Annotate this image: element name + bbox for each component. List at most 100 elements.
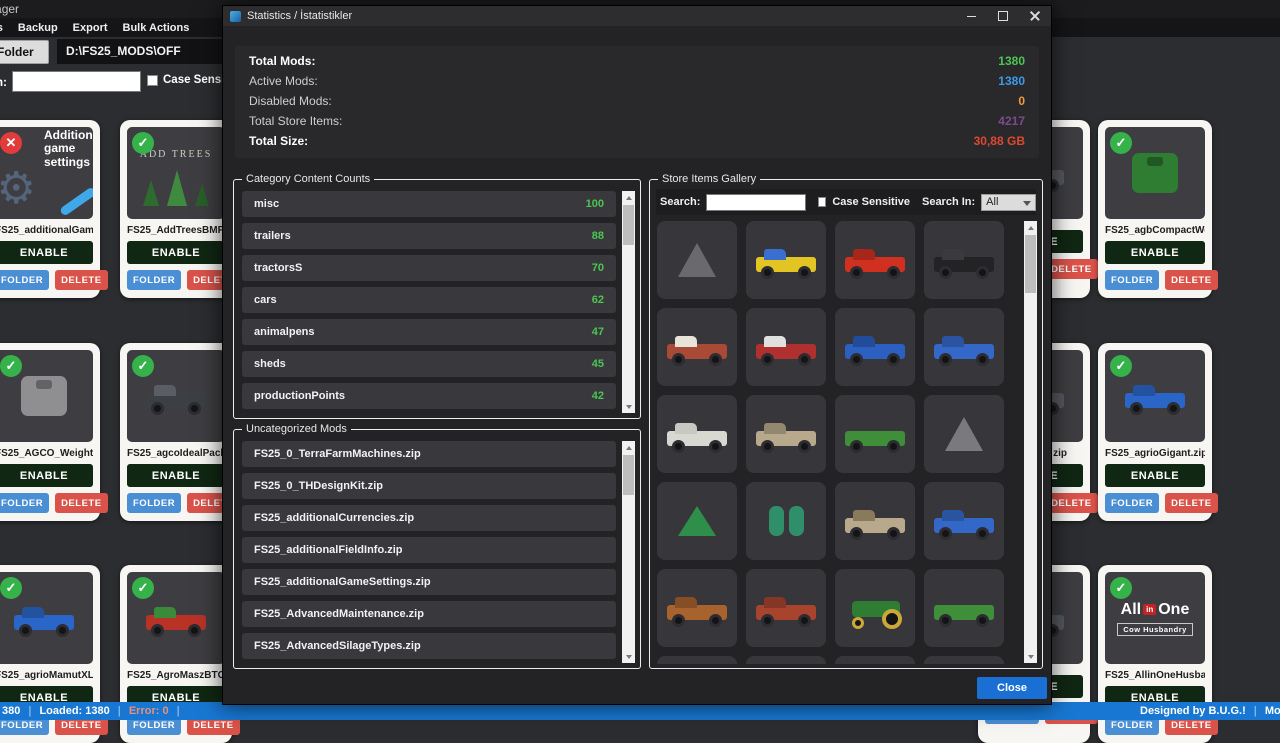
mod-artwork <box>1123 376 1187 416</box>
folder-button[interactable]: FOLDER <box>127 270 181 290</box>
category-counts-list: misc 100 trailers 88 tractorsS 70 cars 6… <box>242 191 616 414</box>
mod-thumbnail <box>127 350 225 442</box>
store-item-tile[interactable] <box>657 569 737 647</box>
close-icon[interactable] <box>1019 6 1051 26</box>
store-item-tile[interactable] <box>746 395 826 473</box>
list-item[interactable]: FS25_additionalCurrencies.zip <box>242 505 616 531</box>
list-item-name: animalpens <box>254 326 315 338</box>
gallery-search-input[interactable] <box>706 194 806 211</box>
mod-artwork <box>144 376 208 416</box>
list-item-name: FS25_AdvancedSilageTypes.zip <box>254 640 421 652</box>
folder-button[interactable]: FOLDER <box>1105 270 1159 290</box>
mod-filename: FS25_AllinOneHusbandry.... <box>1105 670 1205 681</box>
scroll-thumb[interactable] <box>623 205 634 245</box>
list-item[interactable]: tractorsS 70 <box>242 255 616 281</box>
gallery-case-sensitive-checkbox[interactable] <box>818 197 826 207</box>
store-item-tile[interactable] <box>746 482 826 560</box>
status-separator: | <box>1254 705 1257 717</box>
list-item[interactable]: cars 62 <box>242 287 616 313</box>
folder-button[interactable]: FOLDER <box>127 493 181 513</box>
gallery-search-in-dropdown[interactable]: All <box>981 194 1036 211</box>
enable-button[interactable]: ENABLE <box>0 464 93 487</box>
store-item-tile[interactable] <box>657 482 737 560</box>
scrollbar[interactable] <box>622 191 635 413</box>
brand-logo: AllinOneCow Husbandry <box>1117 601 1193 636</box>
mod-artwork <box>144 598 208 638</box>
dialog-titlebar[interactable]: Statistics / İstatistikler <box>223 6 1051 26</box>
list-item[interactable]: FS25_additionalFieldInfo.zip <box>242 537 616 563</box>
stat-value: 1380 <box>998 74 1025 88</box>
list-item[interactable]: trailers 88 <box>242 223 616 249</box>
stat-label: Active Mods: <box>249 74 318 88</box>
close-button[interactable]: Close <box>977 677 1047 699</box>
maximize-icon[interactable] <box>987 6 1019 26</box>
enable-button[interactable]: ENABLE <box>1105 464 1205 487</box>
gallery-case-sensitive-label: Case Sensitive <box>832 196 910 208</box>
list-item[interactable]: productionPoints 42 <box>242 383 616 409</box>
list-item[interactable]: sheds 45 <box>242 351 616 377</box>
folder-button[interactable]: FOLDER <box>0 493 49 513</box>
scroll-up-icon[interactable] <box>622 191 635 204</box>
store-item-tile[interactable] <box>835 308 915 386</box>
store-item-tile[interactable] <box>924 482 1004 560</box>
store-item-tile[interactable] <box>835 482 915 560</box>
store-item-tile[interactable] <box>835 656 915 664</box>
store-item-tile[interactable] <box>835 569 915 647</box>
store-item-tile[interactable] <box>746 656 826 664</box>
scroll-up-icon[interactable] <box>622 441 635 454</box>
store-item-tile[interactable] <box>657 221 737 299</box>
vehicle-shape <box>754 588 818 628</box>
store-item-tile[interactable] <box>657 308 737 386</box>
store-item-tile[interactable] <box>746 569 826 647</box>
list-item[interactable]: FS25_additionalGameSettings.zip <box>242 569 616 595</box>
store-item-tile[interactable] <box>835 221 915 299</box>
delete-button[interactable]: DELETE <box>1045 493 1097 513</box>
scroll-up-icon[interactable] <box>1024 221 1037 234</box>
status-badge-icon <box>1110 577 1132 599</box>
list-item-count: 42 <box>592 390 604 402</box>
list-item[interactable]: FS25_0_TerraFarmMachines.zip <box>242 441 616 467</box>
mod-filename: FS25_agbCompactWeight.... <box>1105 225 1205 236</box>
store-item-tile[interactable] <box>835 395 915 473</box>
vehicle-shape <box>144 376 208 416</box>
delete-button[interactable]: DELETE <box>55 493 107 513</box>
list-item[interactable]: FS25_0_THDesignKit.zip <box>242 473 616 499</box>
status-separator: | <box>28 705 31 717</box>
enable-button[interactable]: ENABLE <box>127 464 225 487</box>
store-item-tile[interactable] <box>924 308 1004 386</box>
store-item-tile[interactable] <box>924 395 1004 473</box>
store-item-tile[interactable] <box>746 221 826 299</box>
stat-row: Total Mods: 1380 <box>249 51 1025 71</box>
folder-button[interactable]: FOLDER <box>1105 493 1159 513</box>
enable-button[interactable]: ENABLE <box>0 241 93 264</box>
store-item-tile[interactable] <box>746 308 826 386</box>
enable-button[interactable]: ENABLE <box>127 241 225 264</box>
scroll-thumb[interactable] <box>1025 235 1036 293</box>
vehicle-shape <box>843 240 907 280</box>
store-item-tile[interactable] <box>924 569 1004 647</box>
scrollbar[interactable] <box>622 441 635 663</box>
status-separator: | <box>118 705 121 717</box>
list-item[interactable]: animalpens 47 <box>242 319 616 345</box>
store-item-tile[interactable] <box>657 656 737 664</box>
list-item[interactable]: FS25_AdvancedSilageTypes.zip <box>242 633 616 659</box>
delete-button[interactable]: DELETE <box>1165 493 1217 513</box>
store-item-tile[interactable] <box>924 656 1004 664</box>
delete-button[interactable]: DELETE <box>1045 259 1097 279</box>
list-item[interactable]: misc 100 <box>242 191 616 217</box>
scroll-down-icon[interactable] <box>622 650 635 663</box>
minimize-icon[interactable] <box>955 6 987 26</box>
scroll-down-icon[interactable] <box>1024 650 1037 663</box>
delete-button[interactable]: DELETE <box>55 270 107 290</box>
delete-button[interactable]: DELETE <box>1165 270 1217 290</box>
scroll-down-icon[interactable] <box>622 400 635 413</box>
list-item[interactable]: FS25_AdvancedMaintenance.zip <box>242 601 616 627</box>
status-segment: Designed by B.U.G.! <box>1140 705 1246 717</box>
enable-button[interactable]: ENABLE <box>1105 241 1205 264</box>
store-item-tile[interactable] <box>924 221 1004 299</box>
store-item-tile[interactable] <box>657 395 737 473</box>
scrollbar[interactable] <box>1024 221 1037 663</box>
folder-button[interactable]: FOLDER <box>0 270 49 290</box>
mod-filename: FS25_agrioGigant.zip <box>1105 448 1205 459</box>
scroll-thumb[interactable] <box>623 455 634 495</box>
